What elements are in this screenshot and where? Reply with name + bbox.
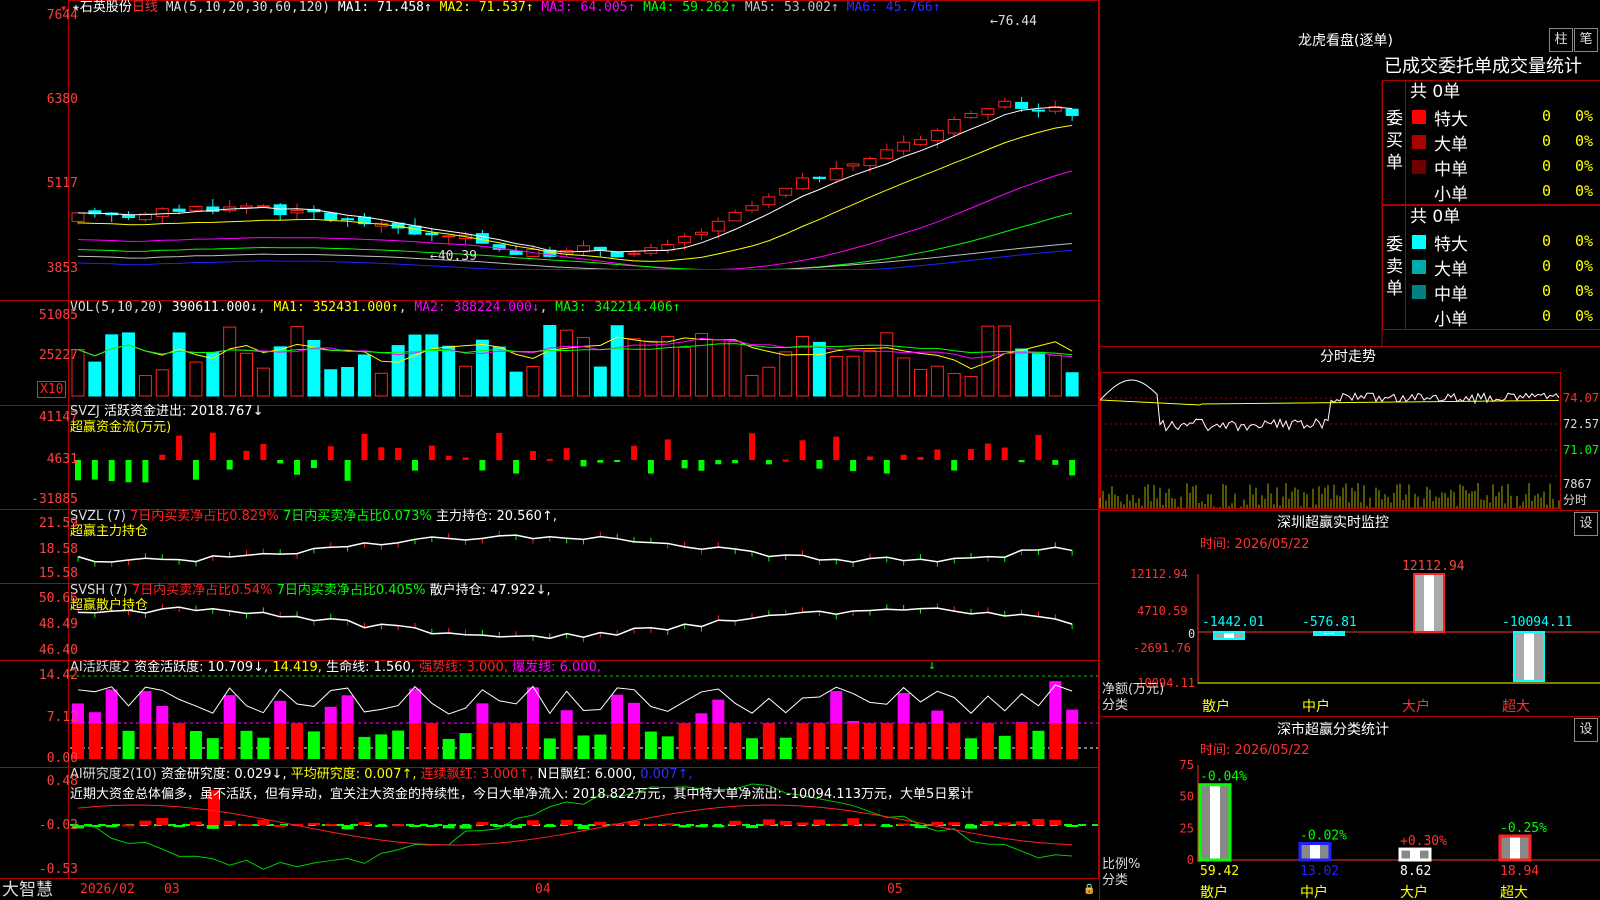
classify-category-label: 超大 xyxy=(1500,885,1528,900)
classify-value-label: 13.02 xyxy=(1300,864,1339,879)
classify-bar-shine xyxy=(1510,836,1520,860)
classify-y-label: 0 xyxy=(1187,853,1194,867)
classify-value-label: 59.42 xyxy=(1200,864,1239,879)
classify-y-label: 75 xyxy=(1180,758,1194,772)
classify-bar-chart: 75 50 25 0 -0.04% 59.42 散户 -0.02% 13.02 中户 +0.30% 8… xyxy=(1180,758,1600,900)
classify-category-label: 散户 xyxy=(1200,884,1228,900)
classify-value-label: 8.62 xyxy=(1400,864,1431,879)
classify-category-label: 大户 xyxy=(1400,884,1428,900)
classify-change-label: -0.02% xyxy=(1300,829,1347,844)
classify-bar-shine xyxy=(1410,849,1420,860)
classify-bar-shine xyxy=(1310,843,1320,860)
classify-bar-shine xyxy=(1210,784,1220,860)
classify-value-label: 18.94 xyxy=(1500,864,1539,879)
classify-change-label: +0.30% xyxy=(1400,834,1447,849)
classify-y-label: 50 xyxy=(1180,790,1194,804)
classify-change-label: -0.04% xyxy=(1200,770,1247,785)
classify-y-label: 25 xyxy=(1180,821,1194,835)
classify-change-label: -0.25% xyxy=(1500,821,1547,836)
classify-category-label: 中户 xyxy=(1300,884,1328,900)
